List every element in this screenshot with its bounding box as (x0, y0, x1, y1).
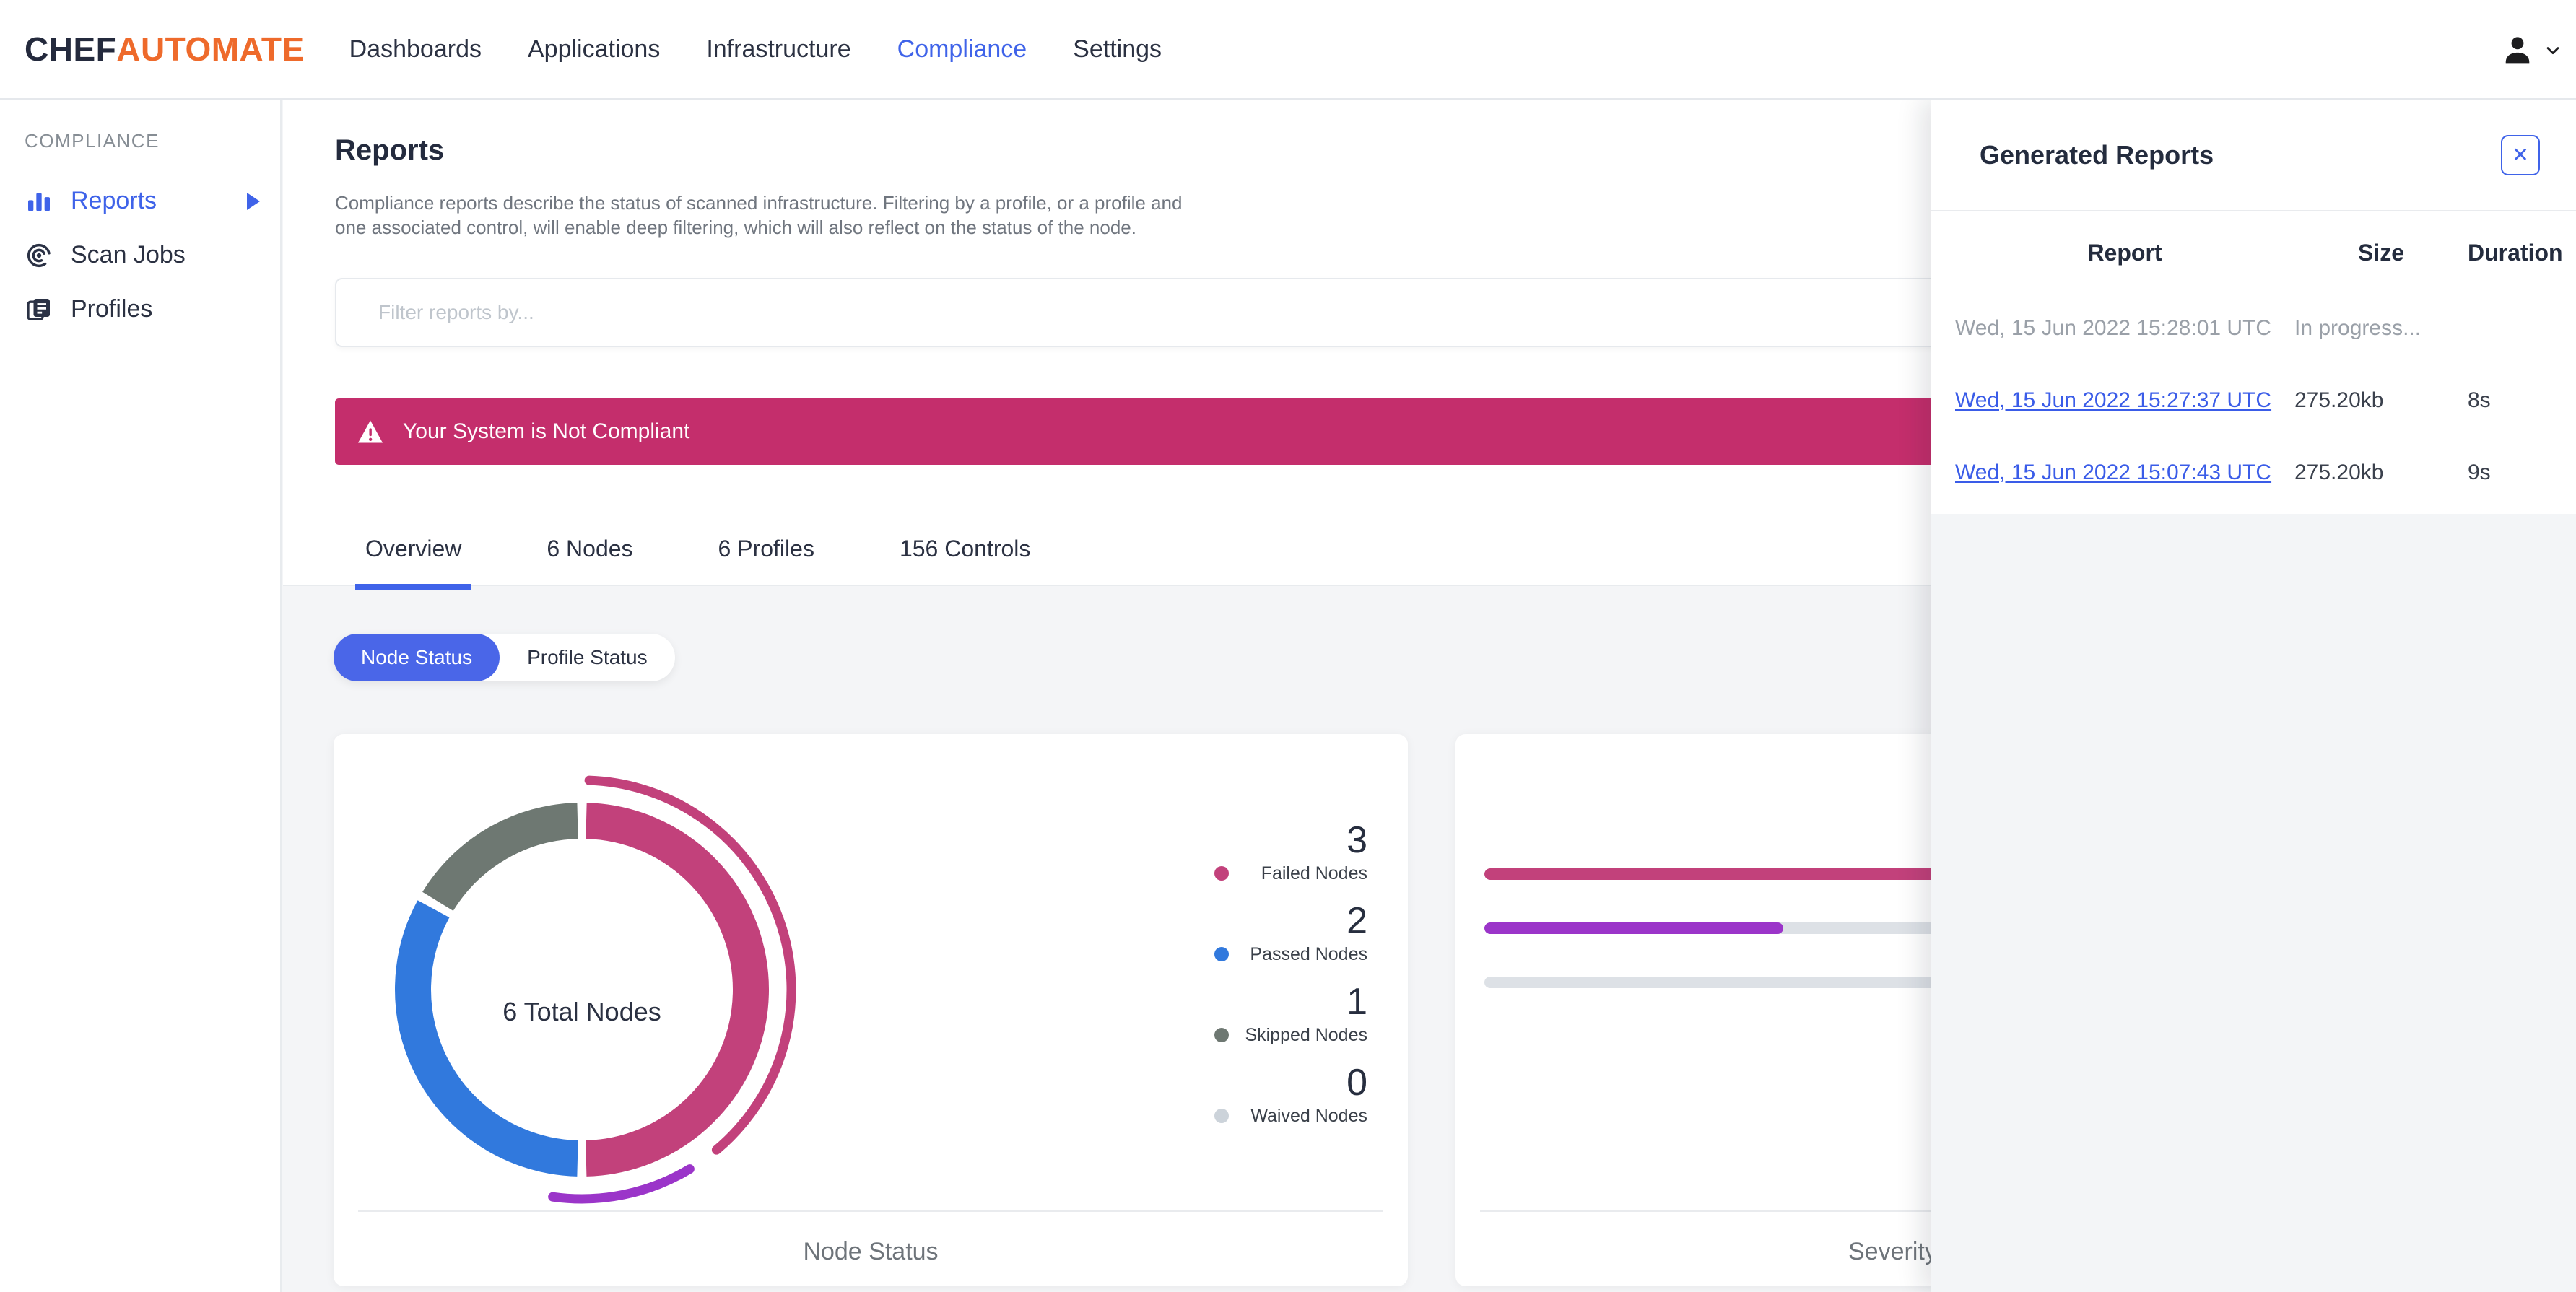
logo-automate: AUTOMATE (116, 30, 305, 68)
skipped-count: 1 (1346, 981, 1367, 1023)
toggle-node-status[interactable]: Node Status (334, 634, 500, 681)
donut-legend: 3 Failed Nodes 2 Passed Nodes 1 Skipped … (1214, 821, 1367, 1144)
generated-reports-table: Report Size Duration Wed, 15 Jun 2022 15… (1931, 213, 2576, 509)
generated-reports-header: Generated Reports ✕ (1931, 100, 2576, 211)
failed-label: Failed Nodes (1261, 863, 1367, 883)
column-report: Report (2087, 239, 2162, 266)
waived-label: Waived Nodes (1250, 1106, 1367, 1126)
passed-label: Passed Nodes (1250, 944, 1367, 964)
page-description: Compliance reports describe the status o… (335, 191, 1182, 240)
page-title: Reports (335, 134, 445, 166)
chef-automate-logo[interactable]: CHEFAUTOMATE (25, 30, 305, 69)
user-menu[interactable] (2501, 0, 2563, 100)
radar-scan-icon (25, 241, 53, 270)
passed-dot-icon (1214, 947, 1229, 961)
donut-center-label: 6 Total Nodes (502, 997, 661, 1026)
column-duration: Duration (2468, 239, 2563, 266)
generated-reports-title: Generated Reports (1980, 139, 2214, 170)
failed-count: 3 (1346, 819, 1367, 861)
page-description-line2: one associated control, will enable deep… (335, 217, 1136, 238)
nav-item-settings[interactable]: Settings (1073, 35, 1162, 64)
skipped-dot-icon (1214, 1028, 1229, 1042)
table-header-row: Report Size Duration (1931, 213, 2576, 292)
nav-item-infrastructure[interactable]: Infrastructure (706, 35, 850, 64)
legend-row-skipped: 1 Skipped Nodes (1214, 982, 1367, 1046)
tab-controls[interactable]: 156 Controls (889, 536, 1040, 590)
report-size: 275.20kb (2294, 388, 2384, 412)
table-row: Wed, 15 Jun 2022 15:07:43 UTC 275.20kb 9… (1931, 437, 2576, 509)
report-timestamp: Wed, 15 Jun 2022 15:28:01 UTC (1955, 316, 2272, 340)
logo-chef: CHEF (25, 30, 117, 68)
close-icon: ✕ (2512, 144, 2529, 166)
nav-item-dashboards[interactable]: Dashboards (349, 35, 482, 64)
sidebar-item-profiles[interactable]: Profiles (0, 282, 280, 336)
sidebar-items: Reports Scan Jobs Profiles (0, 174, 280, 336)
legend-row-passed: 2 Passed Nodes (1214, 902, 1367, 965)
tab-nodes[interactable]: 6 Nodes (536, 536, 643, 590)
column-size: Size (2357, 239, 2405, 266)
failed-dot-icon (1214, 866, 1229, 881)
nav-item-applications[interactable]: Applications (528, 35, 660, 64)
top-navbar: CHEFAUTOMATE Dashboards Applications Inf… (0, 0, 2576, 100)
close-panel-button[interactable]: ✕ (2501, 134, 2540, 175)
bar-chart-icon (25, 187, 53, 216)
node-status-caption: Node Status (803, 1238, 939, 1265)
report-download-link[interactable]: Wed, 15 Jun 2022 15:27:37 UTC (1955, 388, 2294, 413)
waived-count: 0 (1346, 1062, 1367, 1104)
arrow-right-icon (247, 192, 260, 210)
passed-count: 2 (1346, 900, 1367, 942)
report-duration: 8s (2468, 388, 2491, 412)
sidebar-item-label: Scan Jobs (71, 241, 186, 269)
report-download-link[interactable]: Wed, 15 Jun 2022 15:07:43 UTC (1955, 461, 2294, 485)
alert-message: Your System is Not Compliant (403, 419, 690, 443)
documents-icon (25, 295, 53, 324)
main-nav: Dashboards Applications Infrastructure C… (349, 35, 1162, 64)
report-size: 275.20kb (2294, 461, 2384, 484)
sidebar-item-reports[interactable]: Reports (0, 174, 280, 228)
table-row: Wed, 15 Jun 2022 15:27:37 UTC 275.20kb 8… (1931, 365, 2576, 437)
tab-profiles[interactable]: 6 Profiles (708, 536, 824, 590)
report-size: In progress... (2294, 316, 2421, 340)
app-root: CHEFAUTOMATE Dashboards Applications Inf… (0, 0, 2576, 1292)
toggle-profile-status[interactable]: Profile Status (500, 634, 675, 681)
sidebar: COMPLIANCE Reports Scan Jobs Profiles (0, 100, 282, 1292)
skipped-label: Skipped Nodes (1245, 1025, 1367, 1045)
nav-item-compliance[interactable]: Compliance (897, 35, 1027, 64)
status-toggle: Node Status Profile Status (334, 634, 675, 681)
legend-row-waived: 0 Waived Nodes (1214, 1063, 1367, 1127)
generated-reports-panel: Generated Reports ✕ Report Size Duration… (1931, 100, 2576, 1292)
page-description-line1: Compliance reports describe the status o… (335, 192, 1183, 214)
user-avatar-icon (2501, 33, 2534, 66)
table-row: Wed, 15 Jun 2022 15:28:01 UTC In progres… (1931, 292, 2576, 365)
sidebar-section-label: COMPLIANCE (25, 130, 160, 152)
sidebar-item-label: Reports (71, 187, 157, 214)
card-divider (358, 1210, 1383, 1212)
chevron-down-icon (2543, 40, 2563, 60)
legend-row-failed: 3 Failed Nodes (1214, 821, 1367, 884)
tab-overview[interactable]: Overview (355, 536, 472, 590)
sidebar-item-scan-jobs[interactable]: Scan Jobs (0, 228, 280, 282)
report-tabs: Overview 6 Nodes 6 Profiles 156 Controls (355, 536, 1040, 590)
node-status-card: 6 Total Nodes 3 Failed Nodes 2 Passed No… (334, 734, 1408, 1286)
severity-bar-fill (1484, 922, 1784, 934)
severity-caption: Severity (1848, 1238, 1937, 1265)
report-duration: 9s (2468, 461, 2491, 484)
node-status-donut-chart (351, 759, 813, 1221)
waived-dot-icon (1214, 1109, 1229, 1123)
sidebar-item-label: Profiles (71, 295, 153, 323)
warning-triangle-icon (357, 419, 384, 444)
